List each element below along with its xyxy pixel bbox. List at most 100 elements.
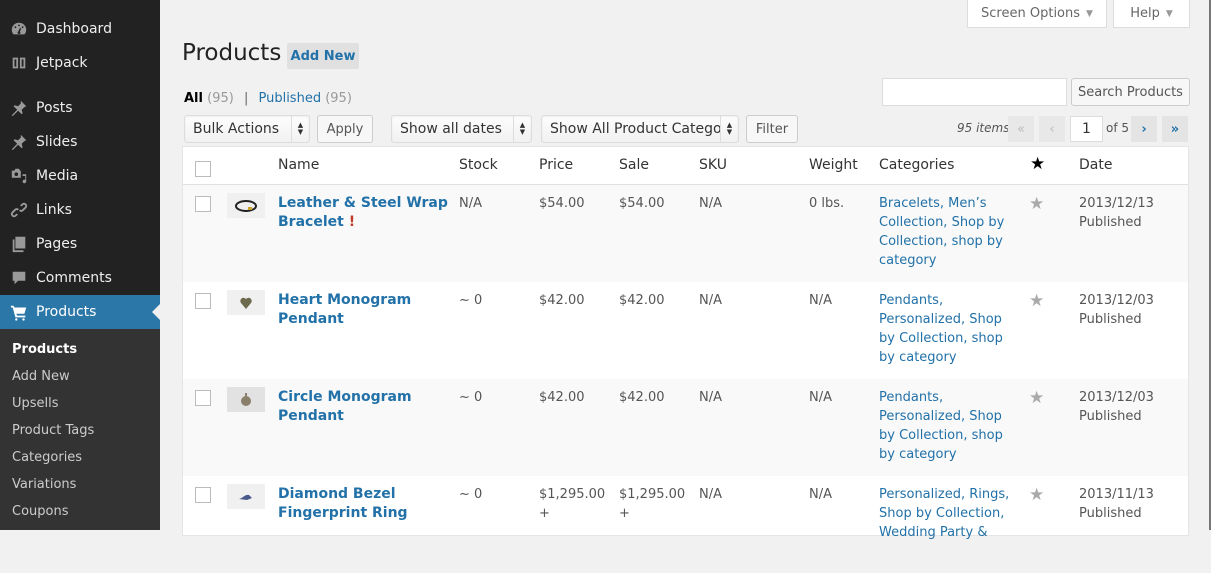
prev-page-button[interactable]: ‹ <box>1039 116 1065 142</box>
categories-links[interactable]: Pendants, Personalized, Shop by Collection… <box>879 291 1003 367</box>
submenu-upsells[interactable]: Upsells <box>12 396 59 411</box>
row-checkbox[interactable] <box>195 196 211 212</box>
weight-value: 0 lbs. <box>809 196 845 211</box>
sidebar-item-slides[interactable]: Slides <box>0 125 160 159</box>
sidebar-item-label: Slides <box>36 134 78 150</box>
row-checkbox[interactable] <box>195 487 211 503</box>
featured-star-icon[interactable]: ★ <box>1029 388 1044 408</box>
submenu-variations[interactable]: Variations <box>12 477 76 492</box>
sidebar-item-label: Pages <box>36 236 78 252</box>
sidebar-item-jetpack[interactable]: Jetpack <box>0 46 160 80</box>
next-page-button[interactable]: › <box>1131 116 1157 142</box>
sidebar-item-label: Media <box>36 168 79 184</box>
sale-value: $1,295.00 + <box>619 487 686 521</box>
status-views: All (95) | Published (95) <box>184 91 352 106</box>
add-new-button[interactable]: Add New <box>287 43 359 69</box>
product-thumbnail[interactable] <box>227 290 265 315</box>
product-category-value: Show All Product Categor <box>550 121 720 137</box>
date-value: 2013/12/03 Published <box>1079 293 1154 327</box>
select-all-checkbox[interactable] <box>195 161 211 177</box>
link-icon <box>9 200 29 220</box>
view-separator: | <box>243 91 249 106</box>
current-page-input[interactable]: 1 <box>1070 116 1103 142</box>
sidebar-item-products[interactable]: Products <box>0 295 160 329</box>
bulk-actions-select[interactable]: Bulk Actions ▲ ▼ <box>184 115 310 143</box>
view-all-count: (95) <box>207 91 234 106</box>
product-name-link[interactable]: Diamond Bezel Fingerprint Ring <box>278 485 408 523</box>
updown-arrows-icon: ▲ ▼ <box>720 116 738 142</box>
sidebar-item-dashboard[interactable]: Dashboard <box>0 12 160 46</box>
admin-sidebar: Dashboard Jetpack Posts Slides Media Lin… <box>0 0 160 530</box>
column-sale: Sale <box>619 157 649 173</box>
sale-value: $42.00 <box>619 390 665 405</box>
apply-button[interactable]: Apply <box>317 115 373 143</box>
sidebar-item-media[interactable]: Media <box>0 159 160 193</box>
weight-value: N/A <box>809 293 832 308</box>
featured-star-icon[interactable]: ★ <box>1029 485 1044 505</box>
pushpin-icon <box>9 98 29 118</box>
sidebar-item-links[interactable]: Links <box>0 193 160 227</box>
categories-links[interactable]: Personalized, Rings, Shop by Collection, W… <box>879 485 1009 542</box>
alert-icon: ! <box>348 214 356 230</box>
dates-value: Show all dates <box>400 121 502 137</box>
sidebar-item-label: Links <box>36 202 72 218</box>
view-published[interactable]: Published <box>258 91 321 106</box>
column-sku[interactable]: SKU <box>699 157 727 173</box>
search-products-button[interactable]: Search Products <box>1071 78 1190 106</box>
product-thumbnail[interactable] <box>227 484 265 509</box>
page-title: Products <box>182 40 282 66</box>
sku-value: N/A <box>699 390 722 405</box>
table-header: Name Stock Price Sale SKU Weight Categor… <box>183 147 1188 185</box>
sidebar-item-label: Dashboard <box>36 21 112 37</box>
stock-value: ~ 0 <box>459 293 483 308</box>
column-featured-star-icon[interactable]: ★ <box>1030 154 1045 174</box>
product-name-link[interactable]: Leather & Steel Wrap Bracelet ! <box>278 194 448 232</box>
price-value: $54.00 <box>539 196 585 211</box>
stock-value: N/A <box>459 196 482 211</box>
sku-value: N/A <box>699 487 722 502</box>
price-value: $42.00 <box>539 293 585 308</box>
pages-icon <box>9 234 29 254</box>
first-page-button[interactable]: « <box>1008 116 1034 142</box>
row-checkbox[interactable] <box>195 390 211 406</box>
filter-button[interactable]: Filter <box>746 115 798 143</box>
column-date[interactable]: Date <box>1079 157 1112 173</box>
screen-options-button[interactable]: Screen Options ▼ <box>967 0 1107 28</box>
featured-star-icon[interactable]: ★ <box>1029 194 1044 214</box>
categories-links[interactable]: Bracelets, Men’s Collection, Shop by Colle… <box>879 194 1004 270</box>
products-submenu: Products Add New Upsells Product Tags Ca… <box>0 329 160 530</box>
caret-down-icon: ▼ <box>1086 8 1093 19</box>
row-checkbox[interactable] <box>195 293 211 309</box>
dashboard-icon <box>9 19 29 39</box>
last-page-button[interactable]: » <box>1162 116 1188 142</box>
table-row: Leather & Steel Wrap Bracelet ! N/A $54.0… <box>183 185 1188 282</box>
sidebar-item-label: Jetpack <box>36 55 88 71</box>
submenu-product-tags[interactable]: Product Tags <box>12 423 94 438</box>
table-row: Diamond Bezel Fingerprint Ring ~ 0 $1,295… <box>183 476 1188 573</box>
submenu-products[interactable]: Products <box>12 342 77 357</box>
help-button[interactable]: Help ▼ <box>1113 0 1190 28</box>
pushpin-icon <box>9 132 29 152</box>
sidebar-item-pages[interactable]: Pages <box>0 227 160 261</box>
search-products-input[interactable] <box>882 78 1067 106</box>
categories-links[interactable]: Pendants, Personalized, Shop by Collection… <box>879 388 1003 464</box>
column-price[interactable]: Price <box>539 157 573 173</box>
sidebar-item-comments[interactable]: Comments <box>0 261 160 295</box>
bulk-actions-value: Bulk Actions <box>193 121 280 137</box>
product-name-link[interactable]: Circle Monogram Pendant <box>278 388 412 426</box>
sidebar-item-label: Comments <box>36 270 112 286</box>
product-thumbnail[interactable] <box>227 387 265 412</box>
product-category-select[interactable]: Show All Product Categor ▲ ▼ <box>541 115 739 143</box>
submenu-coupons[interactable]: Coupons <box>12 504 69 519</box>
submenu-add-new[interactable]: Add New <box>12 369 70 384</box>
submenu-categories[interactable]: Categories <box>12 450 82 465</box>
view-all[interactable]: All <box>184 91 203 106</box>
product-thumbnail[interactable] <box>227 193 265 218</box>
dates-select[interactable]: Show all dates ▲ ▼ <box>391 115 532 143</box>
featured-star-icon[interactable]: ★ <box>1029 291 1044 311</box>
weight-value: N/A <box>809 487 832 502</box>
column-stock: Stock <box>459 157 498 173</box>
sidebar-item-posts[interactable]: Posts <box>0 91 160 125</box>
column-name[interactable]: Name <box>278 157 319 173</box>
product-name-link[interactable]: Heart Monogram Pendant <box>278 291 411 329</box>
